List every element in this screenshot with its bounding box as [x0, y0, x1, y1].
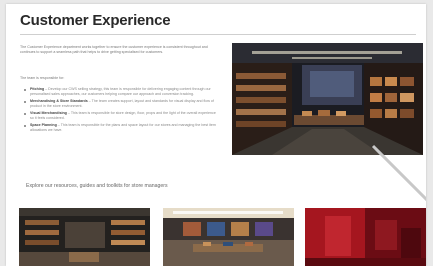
- intro-paragraph: The Customer Experience department works…: [20, 45, 208, 54]
- title-divider: [20, 34, 416, 35]
- page-card: Customer Experience The Customer Experie…: [6, 4, 426, 266]
- list-item: Visual Merchandising – This team is resp…: [20, 111, 220, 121]
- list-item: Space Planning – This team is responsibl…: [20, 123, 220, 133]
- list-item-label: Merchandising & Store Standards: [30, 99, 88, 103]
- resource-thumbnail[interactable]: [163, 208, 294, 266]
- resource-thumbnail[interactable]: [19, 208, 150, 266]
- store-shelves-photo: [19, 208, 150, 266]
- page-title: Customer Experience: [20, 12, 171, 29]
- explore-resources-text: Explore our resources, guides and toolki…: [26, 183, 168, 189]
- list-item-text: – Develop our CWS selling strategy, this…: [30, 87, 211, 96]
- resource-thumbnail[interactable]: [305, 208, 426, 266]
- hero-store-image: [232, 43, 423, 155]
- list-item: Pitching – Develop our CWS selling strat…: [20, 87, 220, 97]
- store-interior-photo: [232, 43, 423, 155]
- list-item-text: – This team is responsible for the plans…: [30, 123, 216, 132]
- red-display-photo: [305, 208, 426, 266]
- responsibilities-list: Pitching – Develop our CWS selling strat…: [20, 87, 220, 135]
- store-floor-photo: [163, 208, 294, 266]
- list-item: Merchandising & Store Standards – The te…: [20, 99, 220, 109]
- responsibilities-heading: The team is responsible for:: [20, 76, 65, 80]
- list-item-label: Space Planning: [30, 123, 57, 127]
- list-item-label: Pitching: [30, 87, 45, 91]
- decorative-diagonal: [371, 144, 426, 202]
- list-item-label: Visual Merchandising: [30, 111, 67, 115]
